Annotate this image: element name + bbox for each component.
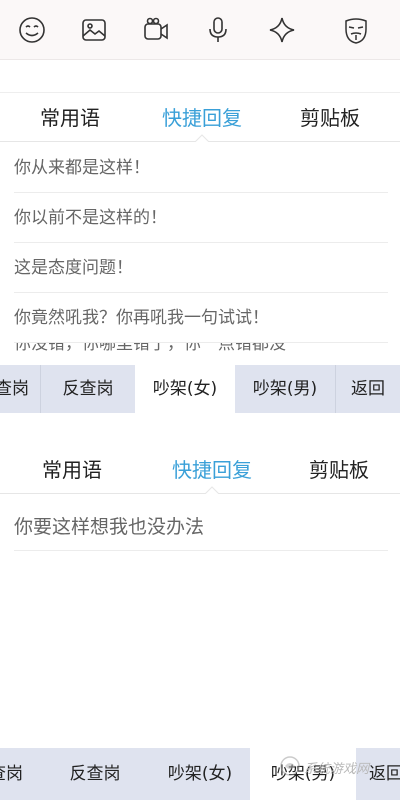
watermark-logo — [280, 756, 300, 776]
tab-clipboard[interactable]: 剪贴板 — [278, 94, 382, 142]
phrase-item[interactable]: 你竟然吼我？你再吼我一句试试！ — [14, 293, 388, 343]
phrase-item[interactable]: 你以前不是这样的！ — [14, 193, 388, 243]
keyboard-screen: 常用语 快捷回复 剪贴板 你从来都是这样！ 你以前不是这样的！ 这是态度问题！ … — [0, 0, 400, 800]
phrase-item-partial-text: 你没错，你哪里错了，你一点错都没 — [14, 343, 286, 354]
top-category-bar: 查岗 反查岗 吵架(女) 吵架(男) 返回 — [0, 365, 400, 413]
image-icon[interactable] — [76, 12, 112, 48]
category-counter-check[interactable]: 反查岗 — [41, 365, 135, 413]
top-tab-bar: 常用语 快捷回复 剪贴板 — [0, 94, 400, 142]
microphone-icon[interactable] — [200, 12, 236, 48]
smiley-icon[interactable] — [14, 12, 50, 48]
phrase-item-partial[interactable]: 你没错，你哪里错了，你一点错都没 — [14, 343, 388, 365]
category-check-in[interactable]: 查岗 — [0, 748, 34, 800]
category-check-in[interactable]: 查岗 — [0, 365, 40, 413]
sparkle-icon[interactable] — [264, 12, 300, 48]
mask-icon[interactable] — [338, 12, 374, 48]
video-camera-icon[interactable] — [138, 12, 174, 48]
active-tab-caret — [195, 134, 209, 142]
active-tab-caret — [205, 486, 219, 494]
toolbar-spacer — [0, 61, 400, 93]
tab-common-phrases[interactable]: 常用语 — [20, 446, 124, 494]
bottom-phrase-list: 你要这样想我也没办法 — [0, 495, 400, 747]
category-counter-check[interactable]: 反查岗 — [48, 748, 142, 800]
category-quarrel-male[interactable]: 吵架(男) — [235, 365, 335, 413]
phrase-item[interactable]: 你从来都是这样！ — [14, 143, 388, 193]
watermark-text: 系统游戏网 — [304, 762, 370, 777]
tab-clipboard[interactable]: 剪贴板 — [287, 446, 391, 494]
phrase-item[interactable]: 你要这样想我也没办法 — [14, 503, 388, 551]
category-quarrel-female[interactable]: 吵架(女) — [150, 748, 250, 800]
category-back[interactable]: 返回 — [336, 365, 400, 413]
keyboard-toolbar — [0, 0, 400, 60]
category-quarrel-female[interactable]: 吵架(女) — [135, 365, 235, 413]
bottom-tab-bar: 常用语 快捷回复 剪贴板 — [0, 446, 400, 494]
top-phrase-list: 你从来都是这样！ 你以前不是这样的！ 这是态度问题！ 你竟然吼我？你再吼我一句试… — [0, 143, 400, 365]
phrase-item[interactable]: 这是态度问题！ — [14, 243, 388, 293]
tab-common-phrases[interactable]: 常用语 — [18, 94, 122, 142]
